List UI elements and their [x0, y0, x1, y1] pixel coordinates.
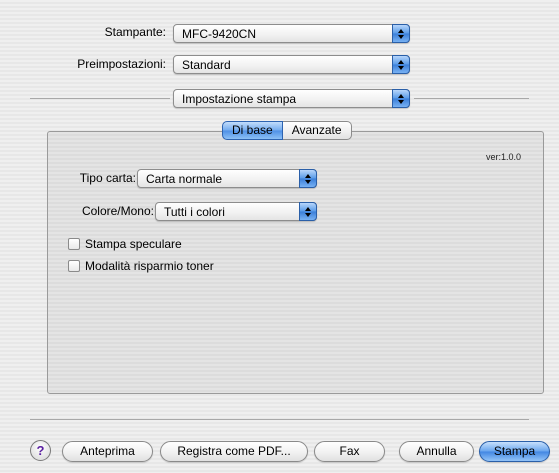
- popup-arrows-icon: [392, 24, 410, 43]
- toner-save-checkbox[interactable]: [68, 260, 80, 272]
- toner-save-label: Modalità risparmio toner: [85, 259, 214, 273]
- help-button[interactable]: ?: [30, 440, 51, 461]
- printer-popup[interactable]: MFC-9420CN: [173, 24, 410, 43]
- presets-popup[interactable]: Standard: [173, 55, 410, 74]
- printer-label: Stampante:: [104, 25, 166, 39]
- separator-right: [414, 98, 529, 99]
- tab-avanzate[interactable]: Avanzate: [282, 121, 352, 140]
- presets-label: Preimpostazioni:: [77, 57, 166, 71]
- printer-value: MFC-9420CN: [182, 27, 257, 41]
- mirror-print-row[interactable]: Stampa speculare: [68, 237, 182, 251]
- toner-save-row[interactable]: Modalità risparmio toner: [68, 259, 214, 273]
- print-button[interactable]: Stampa: [479, 441, 550, 462]
- paper-type-value: Carta normale: [146, 172, 223, 186]
- color-mono-popup[interactable]: Tutti i colori: [155, 202, 317, 221]
- section-value: Impostazione stampa: [182, 92, 297, 106]
- tab-bar: Di base Avanzate: [222, 121, 352, 140]
- popup-arrows-icon: [392, 55, 410, 74]
- section-popup[interactable]: Impostazione stampa: [173, 89, 410, 108]
- footer-separator: [30, 419, 529, 420]
- paper-type-popup[interactable]: Carta normale: [137, 169, 317, 188]
- color-mono-value: Tutti i colori: [164, 205, 225, 219]
- mirror-print-label: Stampa speculare: [85, 237, 182, 251]
- version-text: ver:1.0.0: [486, 152, 522, 162]
- popup-arrows-icon: [392, 89, 410, 108]
- color-mono-label: Colore/Mono:: [81, 204, 154, 218]
- cancel-button[interactable]: Annulla: [399, 441, 474, 462]
- preview-button[interactable]: Anteprima: [62, 441, 153, 462]
- separator-left: [30, 98, 170, 99]
- save-pdf-button[interactable]: Registra come PDF...: [160, 441, 308, 462]
- tab-di-base[interactable]: Di base: [222, 121, 283, 140]
- mirror-print-checkbox[interactable]: [68, 238, 80, 250]
- fax-button[interactable]: Fax: [314, 441, 385, 462]
- presets-value: Standard: [182, 58, 231, 72]
- popup-arrows-icon: [299, 169, 317, 188]
- popup-arrows-icon: [299, 202, 317, 221]
- paper-type-label: Tipo carta:: [79, 171, 136, 185]
